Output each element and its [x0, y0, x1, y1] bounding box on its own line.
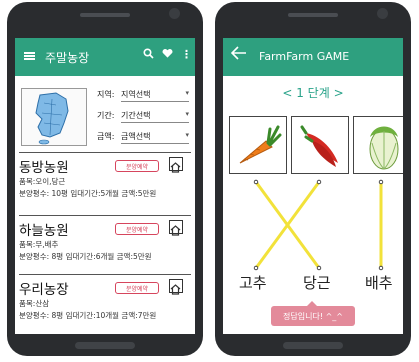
game-screen: FarmFarm GAME < 1 단계 > 고추 당근 배추 정답입니다! ^…: [223, 38, 403, 334]
word-gochu[interactable]: 고추: [239, 272, 267, 293]
more-icon[interactable]: ⋮: [181, 48, 192, 61]
farm-items: 품목:무,배추: [19, 240, 59, 249]
back-arrow-icon[interactable]: [230, 45, 247, 64]
home-icon[interactable]: [169, 157, 183, 173]
matching-lines: [253, 179, 384, 271]
farm-list-screen: 주말농장 ⋮ 지역:지역선택 기간:기간선택 금액:금액선택 동: [15, 38, 195, 334]
farm-details: 분양평수: 8평 임대기간:6개월 금액:5만원: [19, 252, 152, 261]
phone-frame-left: 주말농장 ⋮ 지역:지역선택 기간:기간선택 금액:금액선택 동: [7, 2, 203, 356]
divider: [19, 152, 191, 153]
farm-items: 품목:산삼: [19, 299, 50, 308]
speaker: [80, 13, 130, 17]
period-filter[interactable]: 기간: 기간선택: [97, 110, 189, 123]
filter-panel: 지역: 지역선택 기간: 기간선택 금액: 금액선택: [19, 84, 191, 148]
carrot-icon: [239, 125, 282, 164]
home-icon[interactable]: [169, 279, 183, 295]
farm-name: 우리농장: [19, 282, 69, 298]
divider: [19, 274, 191, 275]
farm-list-item[interactable]: 하늘농원 분양예약 품목:무,배추 분양평수: 8평 임대기간:6개월 금액:5…: [19, 219, 193, 263]
correct-answer-toast: 정답입니다! ^_^: [271, 301, 355, 326]
korea-map-image[interactable]: [21, 88, 87, 146]
reserve-button[interactable]: 분양예약: [115, 160, 159, 172]
app-title: 주말농장: [45, 51, 90, 65]
search-icon[interactable]: [143, 48, 154, 62]
farm-name: 하늘농원: [19, 223, 69, 239]
home-button[interactable]: [283, 342, 343, 349]
farm-items: 품목:오이,당근: [19, 177, 66, 186]
camera: [377, 8, 388, 19]
phone-frame-right: FarmFarm GAME < 1 단계 > 고추 당근 배추 정답입니다! ^…: [215, 2, 411, 356]
red-pepper-icon: [300, 125, 338, 167]
camera: [169, 8, 180, 19]
home-button[interactable]: [75, 342, 135, 349]
heart-icon[interactable]: [162, 48, 173, 62]
period-label: 기간:: [97, 111, 115, 120]
app-title: FarmFarm GAME: [259, 50, 350, 63]
farm-list-item[interactable]: 우리농장 분양예약 품목:산삼 분양평수: 8평 임대기간:10개월 금액:7만…: [19, 278, 193, 322]
farm-list-item[interactable]: 동방농원 분양예약 품목:오이,당근 분양평수: 10평 임대기간:5개월 금액…: [19, 156, 193, 200]
word-baechu[interactable]: 배추: [365, 272, 393, 293]
speaker: [288, 13, 338, 17]
carrot-card[interactable]: [229, 116, 287, 174]
region-filter[interactable]: 지역: 지역선택: [97, 89, 189, 102]
word-danggeun[interactable]: 당근: [303, 272, 331, 293]
period-select[interactable]: 기간선택: [121, 110, 189, 123]
pepper-card[interactable]: [291, 116, 349, 174]
divider: [19, 215, 191, 216]
app-bar: FarmFarm GAME: [223, 38, 403, 76]
farm-details: 분양평수: 8평 임대기간:10개월 금액:7만원: [19, 311, 157, 320]
app-bar: 주말농장 ⋮: [15, 38, 195, 76]
region-label: 지역:: [97, 90, 115, 99]
farm-details: 분양평수: 10평 임대기간:5개월 금액:5만원: [19, 189, 157, 198]
cabbage-icon: [369, 126, 399, 170]
reserve-button[interactable]: 분양예약: [115, 282, 159, 294]
stage-label: < 1 단계 >: [282, 86, 344, 100]
menu-icon[interactable]: [24, 52, 35, 60]
cabbage-card[interactable]: [353, 116, 403, 174]
price-filter[interactable]: 금액: 금액선택: [97, 131, 189, 144]
region-select[interactable]: 지역선택: [121, 89, 189, 102]
price-label: 금액:: [97, 132, 115, 141]
farm-name: 동방농원: [19, 160, 69, 176]
price-select[interactable]: 금액선택: [121, 131, 189, 144]
home-icon[interactable]: [169, 220, 183, 236]
reserve-button[interactable]: 분양예약: [115, 223, 159, 235]
